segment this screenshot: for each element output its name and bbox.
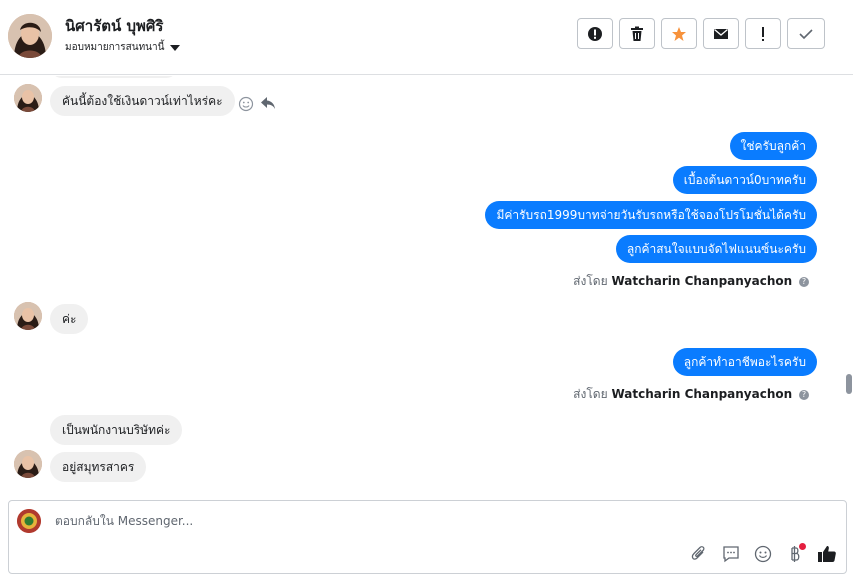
assign-conversation-dropdown[interactable]: มอบหมายการสนทนานี้ — [65, 40, 181, 55]
reply-input[interactable] — [53, 513, 657, 529]
sent-by-name: Watcharin Chanpanyachon — [611, 274, 793, 288]
emoji-button[interactable] — [752, 543, 774, 565]
sent-by-prefix: ส่งโดย — [573, 387, 608, 401]
contact-avatar-small — [14, 450, 42, 478]
help-icon[interactable]: ? — [799, 276, 809, 287]
reply-icon[interactable] — [260, 96, 276, 110]
outgoing-message: เบื้องต้นดาวน์0บาทครับ — [672, 166, 817, 194]
star-icon — [672, 26, 686, 41]
mark-done-button[interactable] — [787, 18, 825, 49]
conversation-header: นิศารัตน์ บุพศิริ มอบหมายการสนทนานี้ — [0, 0, 853, 75]
reply-composer — [8, 500, 847, 574]
delete-button[interactable] — [619, 18, 655, 49]
sent-by-label: ส่งโดย Watcharin Chanpanyachon ? — [573, 272, 809, 291]
scrollbar-thumb[interactable] — [846, 374, 852, 394]
page-avatar — [17, 509, 41, 533]
report-spam-button[interactable] — [577, 18, 613, 49]
contact-avatar-small — [14, 84, 42, 112]
paperclip-icon — [691, 546, 705, 560]
incoming-message: คันนี้ต้องใช้เงินดาวน์เท่าไหร่คะ — [50, 86, 235, 116]
help-icon[interactable]: ? — [799, 389, 809, 400]
attach-button[interactable] — [688, 543, 710, 565]
follow-up-button[interactable] — [745, 18, 781, 49]
saved-reply-icon — [723, 546, 739, 563]
assign-label: มอบหมายการสนทนานี้ — [65, 42, 165, 53]
contact-avatar-small — [14, 302, 42, 330]
notification-dot — [799, 543, 806, 550]
caret-down-icon — [170, 44, 181, 51]
header-toolbar — [577, 18, 825, 49]
trash-icon — [631, 26, 643, 41]
mark-unread-button[interactable] — [703, 18, 739, 49]
emoji-icon — [754, 545, 772, 563]
thumbs-up-icon — [818, 546, 836, 562]
mail-icon — [714, 28, 728, 39]
sent-by-label: ส่งโดย Watcharin Chanpanyachon ? — [573, 385, 809, 404]
contact-name: นิศารัตน์ บุพศิริ — [65, 17, 164, 35]
sent-by-name: Watcharin Chanpanyachon — [611, 387, 793, 401]
payment-button[interactable] — [784, 543, 806, 565]
exclamation-icon — [762, 26, 764, 41]
contact-avatar[interactable] — [8, 14, 52, 58]
incoming-message: ค่ะ — [50, 304, 89, 334]
outgoing-message: มีค่ารับรถ1999บาทจ่ายวันรับรถหรือใช้จองโ… — [485, 201, 817, 229]
saved-replies-button[interactable] — [720, 543, 742, 565]
emoji-reaction-icon[interactable] — [238, 96, 254, 112]
message-thread[interactable]: คันนี้ต้องใช้เงินดาวน์เท่าไหร่คะ ใช่ครับ… — [0, 76, 845, 486]
outgoing-message: ลูกค้าสนใจแบบจัดไฟแนนซ์นะครับ — [615, 235, 817, 263]
composer-tools — [688, 543, 838, 565]
outgoing-message: ใช่ครับลูกค้า — [729, 132, 817, 160]
incoming-message: อยู่สมุทรสาคร — [50, 452, 147, 482]
check-icon — [799, 28, 813, 39]
send-like-button[interactable] — [816, 543, 838, 565]
message-bubble-partial — [50, 76, 178, 78]
star-button[interactable] — [661, 18, 697, 49]
sent-by-prefix: ส่งโดย — [573, 274, 608, 288]
incoming-message: เป็นพนักงานบริษัทค่ะ — [50, 415, 183, 445]
outgoing-message: ลูกค้าทำอาชีพอะไรครับ — [672, 348, 817, 376]
scrollbar-track[interactable] — [845, 76, 853, 486]
alert-icon — [588, 26, 602, 41]
